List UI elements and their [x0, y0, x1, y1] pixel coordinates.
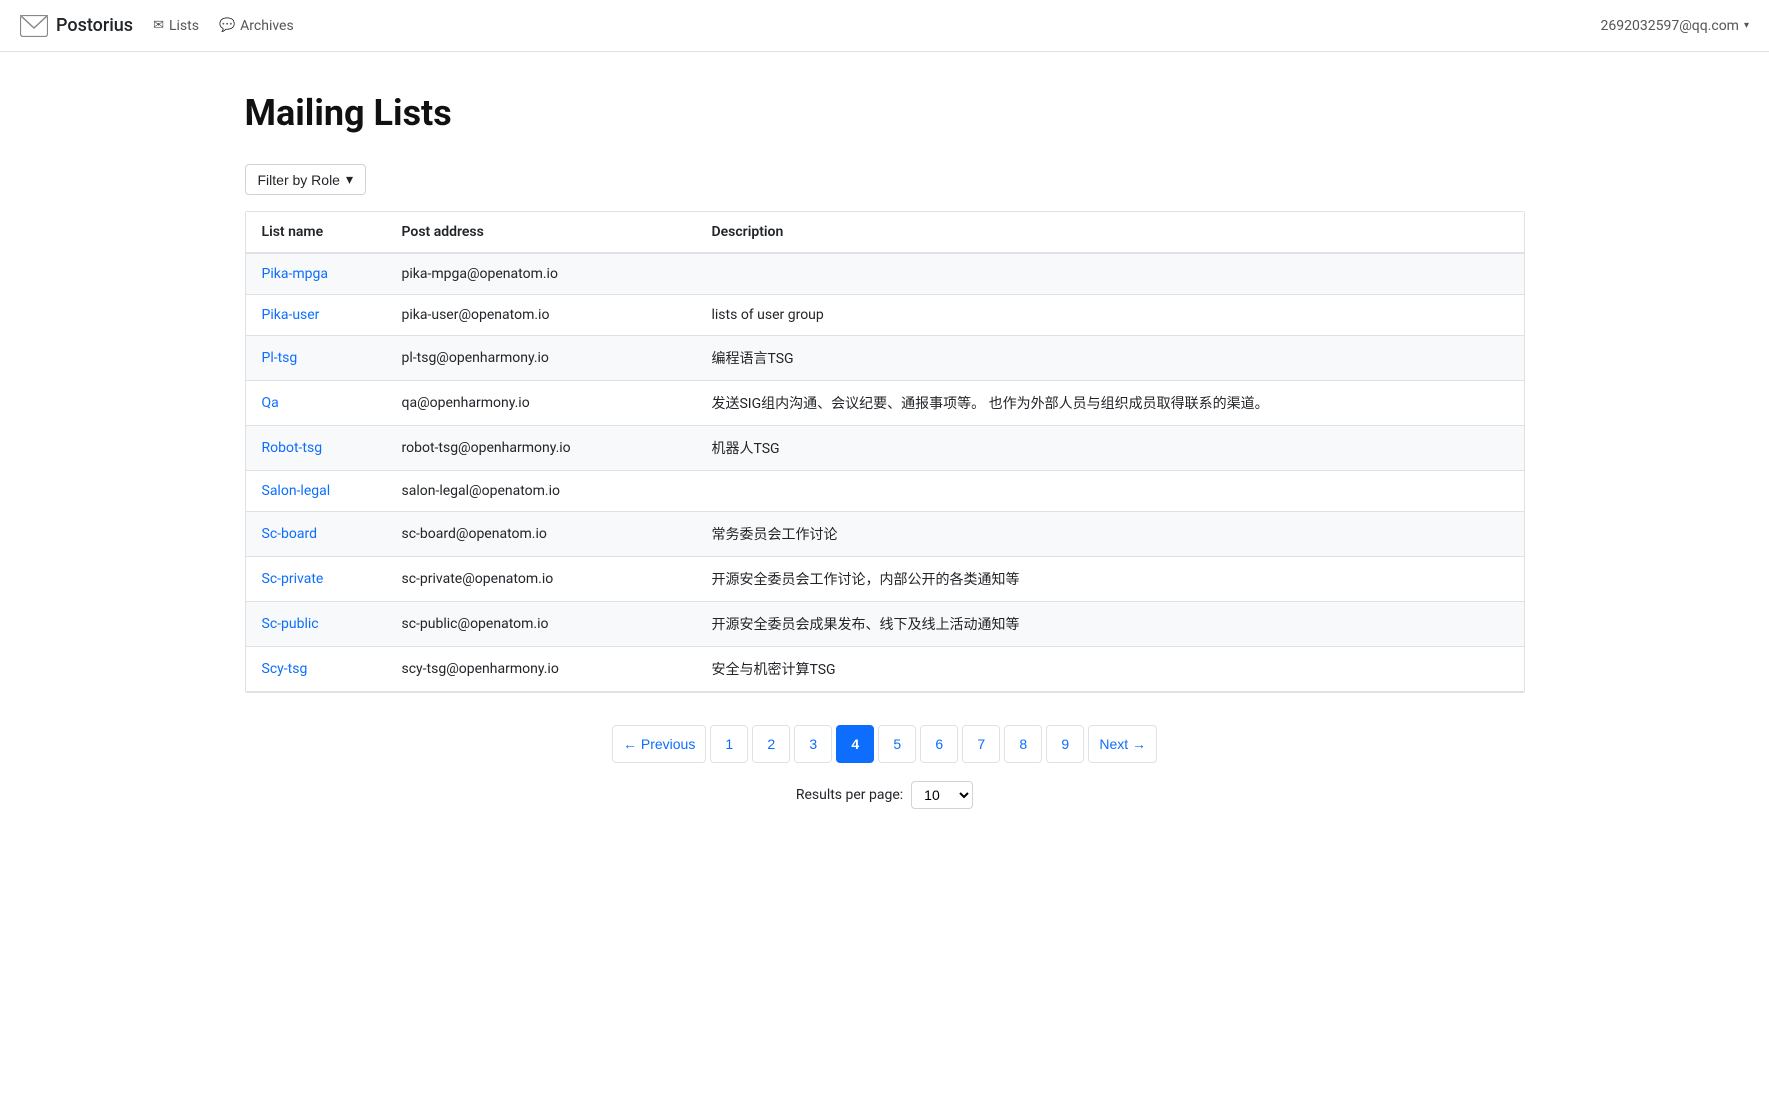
list-name-link[interactable]: Scy-tsg	[262, 661, 308, 677]
post-address-cell: qa@openharmony.io	[386, 381, 696, 426]
description-cell: 开源安全委员会工作讨论，内部公开的各类通知等	[696, 557, 1524, 602]
list-name-link[interactable]: Pl-tsg	[262, 350, 298, 366]
page-title: Mailing Lists	[245, 92, 1525, 134]
list-name-link[interactable]: Pika-mpga	[262, 266, 328, 282]
lists-icon: ✉	[153, 18, 164, 33]
page-number-button-3[interactable]: 3	[794, 725, 832, 763]
table-row: Scy-tsg scy-tsg@openharmony.io安全与机密计算TSG	[246, 647, 1524, 692]
page-number-button-4[interactable]: 4	[836, 725, 874, 763]
post-address-cell: sc-board@openatom.io	[386, 512, 696, 557]
nav-lists-label: Lists	[169, 18, 199, 34]
table-row: Pika-mpga pika-mpga@openatom.io	[246, 253, 1524, 295]
filter-chevron-icon: ▾	[346, 171, 353, 188]
table-header-row: List name Post address Description	[246, 212, 1524, 253]
prev-button[interactable]: ← Previous	[612, 725, 706, 763]
col-header-name: List name	[246, 212, 386, 253]
table-row: Qa qa@openharmony.io发送SIG组内沟通、会议纪要、通报事项等。…	[246, 381, 1524, 426]
results-per-page-label: Results per page:	[796, 787, 903, 803]
results-per-page-wrap: Results per page: 102550100	[245, 781, 1525, 809]
table-row: Sc-public sc-public@openatom.io开源安全委员会成果发…	[246, 602, 1524, 647]
col-header-post: Post address	[386, 212, 696, 253]
page-number-button-9[interactable]: 9	[1046, 725, 1084, 763]
list-name-cell: Scy-tsg	[246, 647, 386, 692]
brand-link[interactable]: Postorius	[20, 15, 133, 37]
nav-archives-link[interactable]: 💬 Archives	[219, 18, 294, 34]
description-cell: 机器人TSG	[696, 426, 1524, 471]
user-label: 2692032597@qq.com	[1601, 18, 1739, 34]
filter-by-role-button[interactable]: Filter by Role ▾	[245, 164, 367, 195]
table-row: Sc-board sc-board@openatom.io常务委员会工作讨论	[246, 512, 1524, 557]
page-number-button-8[interactable]: 8	[1004, 725, 1042, 763]
page-number-button-2[interactable]: 2	[752, 725, 790, 763]
list-name-cell: Robot-tsg	[246, 426, 386, 471]
description-cell: 发送SIG组内沟通、会议纪要、通报事项等。 也作为外部人员与组织成员取得联系的渠…	[696, 381, 1524, 426]
list-name-link[interactable]: Pika-user	[262, 307, 320, 323]
list-name-cell: Salon-legal	[246, 471, 386, 512]
results-per-page-select[interactable]: 102550100	[911, 781, 973, 809]
mailing-list-table-wrapper: List name Post address Description Pika-…	[245, 211, 1525, 693]
page-number-button-6[interactable]: 6	[920, 725, 958, 763]
table-row: Robot-tsg robot-tsg@openharmony.io机器人TSG	[246, 426, 1524, 471]
list-name-link[interactable]: Sc-public	[262, 616, 319, 632]
description-cell	[696, 253, 1524, 295]
col-header-desc: Description	[696, 212, 1524, 253]
post-address-cell: salon-legal@openatom.io	[386, 471, 696, 512]
list-name-link[interactable]: Robot-tsg	[262, 440, 323, 456]
list-name-link[interactable]: Sc-private	[262, 571, 324, 587]
post-address-cell: pika-user@openatom.io	[386, 295, 696, 336]
list-name-cell: Pika-mpga	[246, 253, 386, 295]
description-cell: 编程语言TSG	[696, 336, 1524, 381]
description-cell: 安全与机密计算TSG	[696, 647, 1524, 692]
table-row: Pika-user pika-user@openatom.iolists of u…	[246, 295, 1524, 336]
table-row: Salon-legal salon-legal@openatom.io	[246, 471, 1524, 512]
description-cell	[696, 471, 1524, 512]
description-cell: lists of user group	[696, 295, 1524, 336]
filter-label: Filter by Role	[258, 172, 340, 188]
list-name-cell: Sc-public	[246, 602, 386, 647]
post-address-cell: pl-tsg@openharmony.io	[386, 336, 696, 381]
navbar: Postorius ✉ Lists 💬 Archives 2692032597@…	[0, 0, 1769, 52]
pagination: ← Previous 123456789 Next →	[612, 725, 1157, 763]
post-address-cell: pika-mpga@openatom.io	[386, 253, 696, 295]
pagination-wrap: ← Previous 123456789 Next →	[245, 725, 1525, 763]
table-row: Sc-private sc-private@openatom.io开源安全委员会工…	[246, 557, 1524, 602]
list-name-cell: Qa	[246, 381, 386, 426]
list-name-cell: Pl-tsg	[246, 336, 386, 381]
list-name-link[interactable]: Qa	[262, 395, 279, 411]
post-address-cell: scy-tsg@openharmony.io	[386, 647, 696, 692]
navbar-left: Postorius ✉ Lists 💬 Archives	[20, 15, 294, 37]
description-cell: 常务委员会工作讨论	[696, 512, 1524, 557]
post-address-cell: robot-tsg@openharmony.io	[386, 426, 696, 471]
archives-icon: 💬	[219, 18, 235, 33]
list-name-cell: Sc-private	[246, 557, 386, 602]
chevron-down-icon: ▾	[1744, 20, 1749, 31]
list-name-link[interactable]: Salon-legal	[262, 483, 331, 499]
list-name-cell: Pika-user	[246, 295, 386, 336]
page-number-button-1[interactable]: 1	[710, 725, 748, 763]
next-button[interactable]: Next →	[1088, 725, 1157, 763]
page-number-button-7[interactable]: 7	[962, 725, 1000, 763]
list-name-cell: Sc-board	[246, 512, 386, 557]
mailing-list-table: List name Post address Description Pika-…	[246, 212, 1524, 692]
page-number-button-5[interactable]: 5	[878, 725, 916, 763]
brand-icon	[20, 15, 48, 37]
main-content: Mailing Lists Filter by Role ▾ List name…	[215, 52, 1555, 869]
description-cell: 开源安全委员会成果发布、线下及线上活动通知等	[696, 602, 1524, 647]
nav-lists-link[interactable]: ✉ Lists	[153, 18, 199, 34]
table-row: Pl-tsg pl-tsg@openharmony.io编程语言TSG	[246, 336, 1524, 381]
nav-archives-label: Archives	[240, 18, 294, 34]
user-menu[interactable]: 2692032597@qq.com ▾	[1601, 18, 1749, 34]
list-name-link[interactable]: Sc-board	[262, 526, 317, 542]
brand-label: Postorius	[56, 15, 133, 36]
post-address-cell: sc-private@openatom.io	[386, 557, 696, 602]
post-address-cell: sc-public@openatom.io	[386, 602, 696, 647]
